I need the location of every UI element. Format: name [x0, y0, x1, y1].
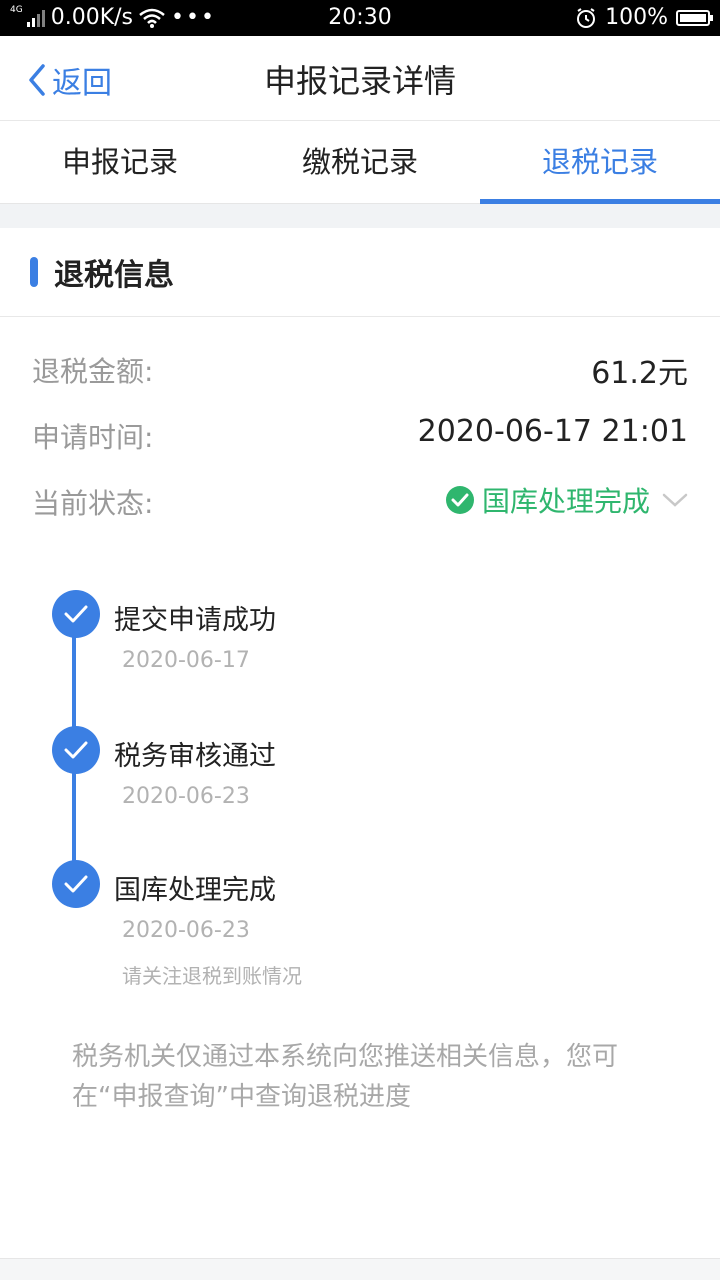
chevron-down-icon[interactable]	[662, 492, 688, 508]
bottom-bar	[0, 1259, 720, 1280]
nav-bar: 返回 申报记录详情	[0, 36, 720, 121]
timeline-step-title: 税务审核通过	[114, 741, 276, 772]
apply-time-value: 2020-06-17 21:01	[417, 414, 688, 449]
timeline-step-title: 提交申请成功	[114, 605, 276, 636]
refund-amount-value: 61.2元	[591, 356, 688, 391]
section-title: 退税信息	[54, 258, 174, 293]
status-text: 国库处理完成	[481, 485, 650, 518]
status-bar: 4G 0.00K/s ••• 20:30 100%	[0, 0, 720, 36]
apply-time-label: 申请时间:	[32, 421, 154, 454]
info-notice: 税务机关仅通过本系统向您推送相关信息，您可在“申报查询”中查询退税进度	[72, 1042, 619, 1112]
timeline-step-date: 2020-06-23	[122, 784, 250, 809]
current-status-row[interactable]: 当前状态: 国库处理完成	[32, 474, 688, 524]
check-icon	[52, 726, 100, 774]
timeline-step-date: 2020-06-23	[122, 918, 250, 943]
apply-time-row: 申请时间: 2020-06-17 21:01	[32, 408, 688, 458]
section-accent-bar	[30, 257, 38, 287]
current-status-label: 当前状态:	[32, 487, 154, 520]
timeline-step-date: 2020-06-17	[122, 648, 250, 673]
tab-declaration-records[interactable]: 申报记录	[0, 121, 240, 203]
section-divider	[0, 204, 720, 228]
battery-percent: 100%	[605, 5, 668, 30]
section-header: 退税信息	[0, 228, 720, 317]
record-tabs: 申报记录 缴税记录 退税记录	[0, 121, 720, 204]
timeline-step-title: 国库处理完成	[114, 875, 276, 906]
tab-refund-records[interactable]: 退税记录	[480, 121, 720, 204]
tab-payment-records[interactable]: 缴税记录	[240, 121, 480, 203]
check-icon	[52, 860, 100, 908]
check-icon	[52, 590, 100, 638]
refund-progress-timeline: 提交申请成功 2020-06-17 税务审核通过 2020-06-23 国库处理…	[52, 590, 672, 1010]
status-right: 100%	[575, 5, 713, 30]
alarm-icon	[577, 7, 596, 28]
battery-icon	[676, 9, 713, 26]
check-circle-icon	[445, 486, 474, 514]
refund-amount-row: 退税金额: 61.2元	[32, 342, 688, 392]
current-status-value[interactable]: 国库处理完成	[445, 480, 688, 520]
refund-amount-label: 退税金额:	[32, 355, 154, 388]
timeline-step-note: 请关注退税到账情况	[122, 964, 302, 988]
page-title: 申报记录详情	[263, 62, 456, 100]
